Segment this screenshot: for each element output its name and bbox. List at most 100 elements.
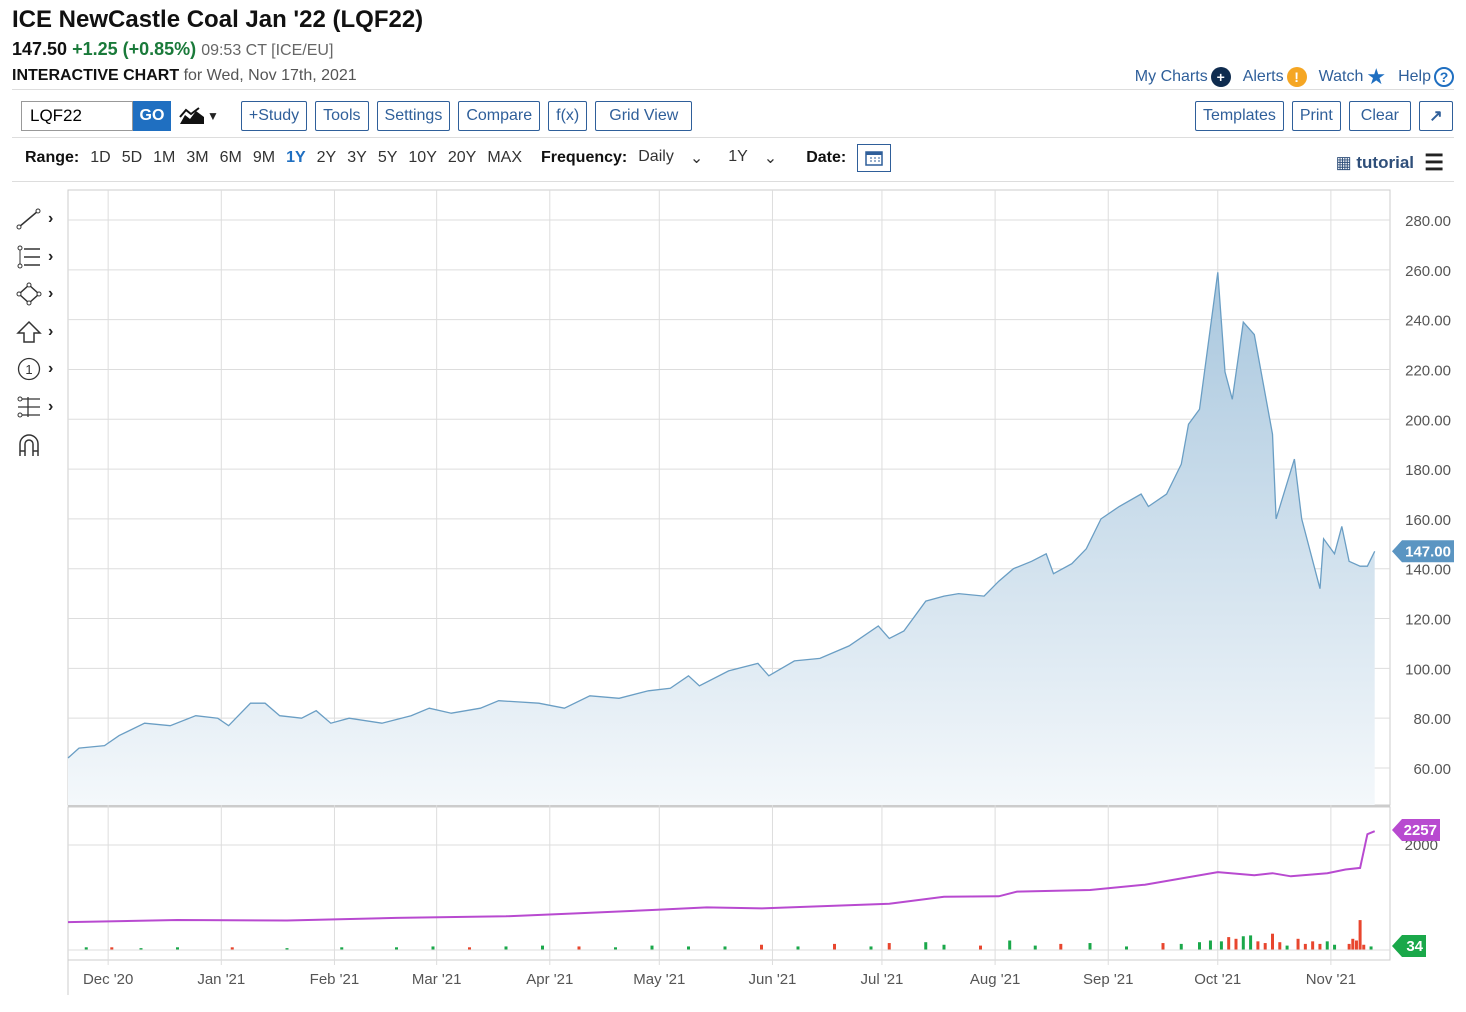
volume-bar <box>110 947 114 950</box>
area-chart-icon <box>179 107 204 124</box>
volume-bar <box>887 943 891 950</box>
volume-bar <box>869 946 873 950</box>
x-tick-label: Mar '21 <box>412 971 462 988</box>
line-tool[interactable]: › <box>16 208 66 230</box>
y-tick-label: 260.00 <box>1405 263 1451 280</box>
y-tick-label: 160.00 <box>1405 512 1451 529</box>
templates-button[interactable]: Templates <box>1194 101 1284 131</box>
range-option-max[interactable]: MAX <box>487 149 522 167</box>
range-label: Range: <box>25 149 80 166</box>
expand-button[interactable]: ↗ <box>1419 101 1453 131</box>
circled-number-icon: 1 <box>17 357 41 381</box>
volume-bar <box>614 947 617 950</box>
my-charts-link[interactable]: My Charts + <box>1135 67 1231 87</box>
volume-bar <box>924 942 928 950</box>
range-option-5y[interactable]: 5Y <box>378 149 398 167</box>
range-option-2y[interactable]: 2Y <box>317 149 337 167</box>
x-tick-label: Jan '21 <box>197 971 245 988</box>
frequency-dropdown[interactable]: Daily ⌄ <box>638 148 703 168</box>
symbol-input[interactable] <box>21 101 133 131</box>
x-tick-label: May '21 <box>633 971 685 988</box>
tutorial-link[interactable]: ▦ tutorial <box>1336 153 1414 173</box>
compare-button[interactable]: Compare <box>458 101 541 131</box>
settings-button[interactable]: Settings <box>376 101 451 131</box>
x-tick-label: Apr '21 <box>526 971 573 988</box>
volume-bar <box>833 943 836 950</box>
magnet-tool[interactable] <box>16 432 66 458</box>
x-tick-label: Sep '21 <box>1083 971 1133 988</box>
volume-bar <box>1219 941 1223 950</box>
volume-bar <box>176 947 179 950</box>
range-option-3y[interactable]: 3Y <box>347 149 367 167</box>
y-tick-label: 100.00 <box>1405 661 1451 678</box>
period-dropdown[interactable]: 1Y ⌄ <box>728 148 777 168</box>
range-option-1y[interactable]: 1Y <box>286 149 306 167</box>
go-button[interactable]: GO <box>133 101 171 131</box>
print-button[interactable]: Print <box>1291 101 1341 131</box>
range-option-20y[interactable]: 20Y <box>448 149 476 167</box>
volume-bar <box>796 946 800 950</box>
hamburger-menu-icon[interactable]: ☰ <box>1424 150 1444 176</box>
chart-date: for Wed, Nov 17th, 2021 <box>183 67 357 84</box>
watch-link[interactable]: Watch ★ <box>1319 64 1386 90</box>
y-tick-label: 180.00 <box>1405 462 1451 479</box>
top-links: My Charts + Alerts! Watch ★ Help? <box>1135 64 1454 90</box>
calendar-button[interactable] <box>857 144 892 172</box>
frequency-label: Frequency: <box>541 149 628 166</box>
range-option-3m[interactable]: 3M <box>186 149 208 167</box>
volume-bar <box>1318 943 1322 950</box>
range-option-5d[interactable]: 5D <box>122 149 142 167</box>
range-option-1m[interactable]: 1M <box>153 149 175 167</box>
chevron-right-icon: › <box>48 248 54 265</box>
y-tick-label: 280.00 <box>1405 213 1451 230</box>
x-tick-label: Dec '20 <box>83 971 133 988</box>
grid-view-button[interactable]: Grid View <box>595 101 693 131</box>
volume-bar <box>1325 941 1329 950</box>
range-option-6m[interactable]: 6M <box>220 149 242 167</box>
fx-button[interactable]: f(x) <box>548 101 588 131</box>
volume-bar <box>84 947 88 950</box>
help-label: Help <box>1398 68 1431 85</box>
chart-type-dropdown[interactable]: ▼ <box>179 107 219 125</box>
alerts-link[interactable]: Alerts! <box>1243 67 1307 87</box>
range-bar: Range: 1D 5D 1M 3M 6M 9M 1Y 2Y 3Y 5Y 10Y 20Y MAX Fre… <box>25 144 892 172</box>
open-interest-tag-bg <box>1392 819 1440 841</box>
period-value: 1Y <box>728 148 748 165</box>
question-icon: ? <box>1434 67 1454 87</box>
label-tool[interactable]: 1 › <box>16 357 66 381</box>
x-tick-label: Oct '21 <box>1194 971 1241 988</box>
study-button[interactable]: +Study <box>240 101 308 131</box>
volume-bar <box>1208 940 1212 950</box>
volume-bar <box>1256 941 1260 950</box>
oi-tick-label: 2000 <box>1405 837 1438 854</box>
volume-bar <box>1303 943 1307 950</box>
volume-bar <box>340 947 344 950</box>
x-tick-label: Aug '21 <box>970 971 1020 988</box>
volume-bar <box>1161 943 1165 950</box>
clear-button[interactable]: Clear <box>1348 101 1411 131</box>
arrow-tool[interactable]: › <box>16 320 66 344</box>
volume-bar <box>760 944 763 950</box>
shape-tool[interactable]: › <box>16 282 66 306</box>
help-link[interactable]: Help? <box>1398 67 1454 87</box>
volume-bar <box>395 947 398 950</box>
fibonacci-tool[interactable]: › <box>16 395 66 419</box>
chevron-down-icon: ⌄ <box>689 150 704 167</box>
volume-bar <box>1354 940 1358 950</box>
tools-button[interactable]: Tools <box>315 101 369 131</box>
range-option-9m[interactable]: 9M <box>253 149 275 167</box>
range-option-10y[interactable]: 10Y <box>408 149 436 167</box>
volume-bar <box>1347 943 1351 950</box>
frequency-value: Daily <box>638 148 674 165</box>
chart-label: INTERACTIVE CHART <box>12 67 180 84</box>
volume-bar <box>431 946 435 950</box>
volume-bar <box>1241 936 1245 950</box>
volume-bar <box>942 944 946 950</box>
chevron-right-icon: › <box>48 398 54 415</box>
volume-bar <box>1227 937 1231 950</box>
shape-icon <box>16 282 42 306</box>
symbol-group: GO <box>21 101 171 131</box>
open-interest-line <box>67 830 1376 924</box>
range-option-1d[interactable]: 1D <box>90 149 110 167</box>
annotation-tool[interactable]: › <box>16 245 66 269</box>
